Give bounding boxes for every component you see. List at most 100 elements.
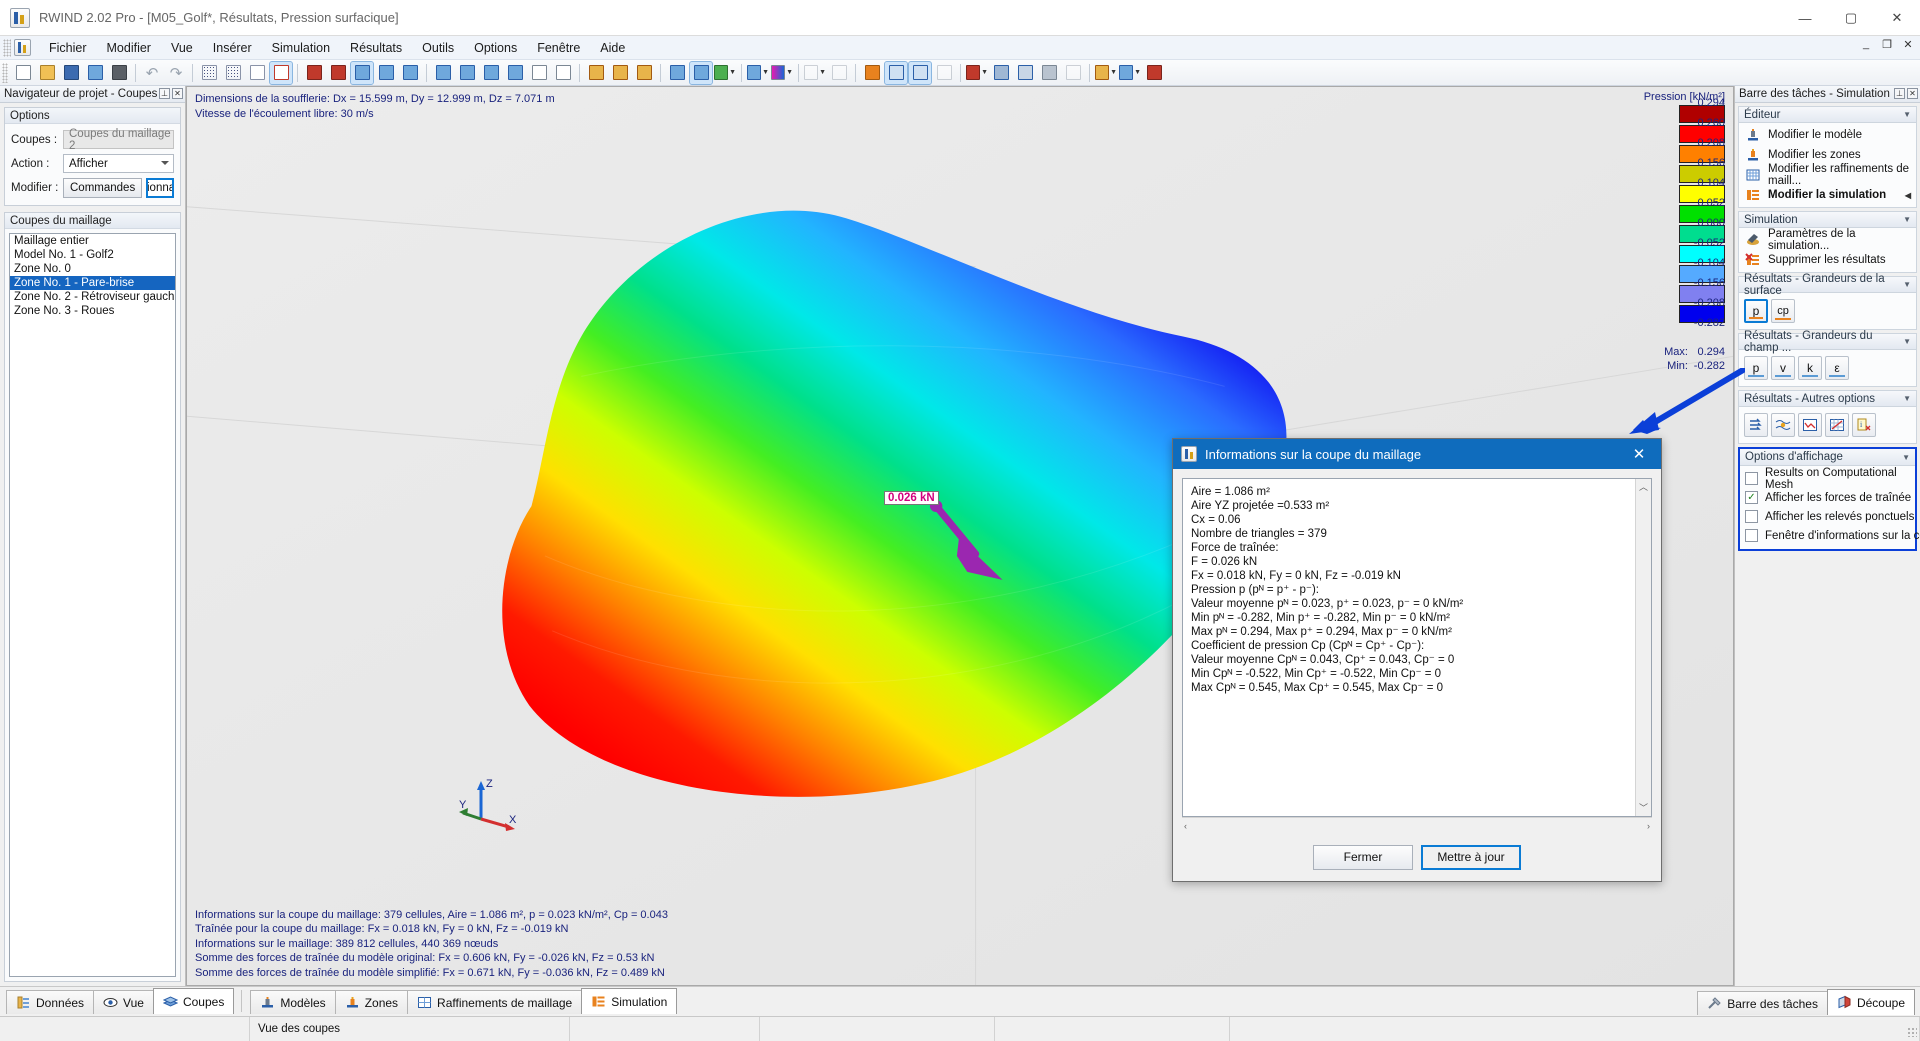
scissors-tool-icon[interactable]: ▼ (1119, 62, 1141, 84)
selection-box-icon[interactable] (269, 60, 293, 85)
open-file-icon[interactable] (36, 62, 58, 84)
gestionnaire-button[interactable]: Gestionnaire... (146, 178, 174, 198)
pick-object-icon[interactable] (303, 62, 325, 84)
list-item-selected[interactable]: Zone No. 1 - Pare-brise (10, 276, 175, 290)
field-result-k-button[interactable]: k (1798, 356, 1822, 380)
menu-modifier[interactable]: Modifier (97, 38, 161, 58)
dialog-text-area[interactable]: Aire = 1.086 m² Aire YZ projetée =0.533 … (1182, 478, 1652, 817)
redo-icon[interactable]: ↷ (165, 62, 187, 84)
toolbar-grip[interactable] (2, 62, 8, 83)
isosurface-toolbar-icon[interactable] (828, 62, 850, 84)
color-scale-icon[interactable]: ▼ (771, 62, 793, 84)
display-options-header[interactable]: Options d'affichage ▼ (1740, 449, 1915, 466)
navigator-pin-icon[interactable]: ⊥ (159, 88, 170, 99)
export-view-icon[interactable] (480, 62, 502, 84)
menu-outils[interactable]: Outils (412, 38, 464, 58)
new-file-icon[interactable] (12, 62, 34, 84)
scroll-left-icon[interactable]: ‹ (1184, 821, 1187, 831)
mdi-minimize-button[interactable]: _ (1858, 38, 1874, 51)
tab-zones[interactable]: Zones (334, 990, 409, 1014)
commandes-button[interactable]: Commandes (63, 178, 143, 198)
convergence-chart-icon[interactable] (1798, 413, 1822, 437)
box-icon[interactable] (1038, 62, 1060, 84)
scroll-down-icon[interactable]: ﹀ (1639, 800, 1648, 816)
taskbar-close-icon[interactable]: ✕ (1907, 88, 1918, 99)
rotate-right-icon[interactable] (609, 62, 631, 84)
slab-icon[interactable] (1014, 62, 1036, 84)
streamline-toolbar-icon[interactable]: ▼ (804, 62, 826, 84)
field-result-v-button[interactable]: v (1771, 356, 1795, 380)
checkbox-row-afficher-forces-trainee[interactable]: ✓ Afficher les forces de traînée (1740, 488, 1915, 507)
section-plane-a-icon[interactable] (884, 60, 908, 85)
wireframe-icon[interactable] (1062, 62, 1084, 84)
sidebar-item-modifier-modele[interactable]: Modifier le modèle (1739, 125, 1916, 145)
coupes-select[interactable]: Coupes du maillage 2 (63, 128, 174, 152)
other-results-header[interactable]: Résultats - Autres options ▼ (1738, 390, 1917, 407)
navigator-close-icon[interactable]: ✕ (172, 88, 183, 99)
zoom-fit-icon[interactable] (552, 62, 574, 84)
checkbox-unchecked-icon[interactable] (1745, 529, 1758, 542)
maximize-button[interactable]: ▢ (1828, 0, 1874, 36)
checkbox-row-fenetre-informations-coupe[interactable]: Fenêtre d'informations sur la coupe (1740, 526, 1920, 545)
field-results-header[interactable]: Résultats - Grandeurs du champ ... ▼ (1738, 330, 1917, 354)
layers-icon[interactable] (456, 62, 478, 84)
import-icon[interactable] (504, 62, 526, 84)
snap-icon[interactable] (246, 62, 268, 84)
tab-raffinements-de-maillage[interactable]: Raffinements de maillage (407, 990, 583, 1014)
sidebar-item-parametres-simulation[interactable]: Paramètres de la simulation... (1739, 228, 1916, 252)
checkbox-unchecked-icon[interactable] (1745, 510, 1758, 523)
menu-vue[interactable]: Vue (161, 38, 203, 58)
dialog-mettre-a-jour-button[interactable]: Mettre à jour (1421, 844, 1521, 870)
dialog-horizontal-scrollbar[interactable]: ‹ › (1182, 817, 1652, 833)
checkbox-checked-icon[interactable]: ✓ (1745, 491, 1758, 504)
action-select[interactable]: Afficher (63, 154, 174, 173)
save-icon[interactable] (60, 62, 82, 84)
streamlines-icon[interactable] (1744, 413, 1768, 437)
rotate-left-icon[interactable] (585, 62, 607, 84)
list-item[interactable]: Model No. 1 - Golf2 (10, 248, 175, 262)
menu-fichier[interactable]: Fichier (39, 38, 97, 58)
rotate-reset-icon[interactable] (633, 62, 655, 84)
simulation-section-header[interactable]: Simulation ▼ (1738, 211, 1917, 228)
graph-icon[interactable] (1825, 413, 1849, 437)
delete-cut-icon[interactable] (1143, 62, 1165, 84)
cut-solid-icon[interactable]: ▼ (966, 62, 988, 84)
list-item[interactable]: Zone No. 0 (10, 262, 175, 276)
list-item[interactable]: Zone No. 2 - Rétroviseur gauche (10, 290, 175, 304)
field-result-p-button[interactable]: p (1744, 356, 1768, 380)
render-mode-icon[interactable]: ▼ (714, 62, 736, 84)
section-info-icon[interactable]: i (1852, 413, 1876, 437)
menu-simulation[interactable]: Simulation (262, 38, 340, 58)
surface-results-header[interactable]: Résultats - Grandeurs de la surface ▼ (1738, 273, 1917, 297)
light-icon[interactable] (861, 62, 883, 84)
sidebar-item-modifier-raffinements[interactable]: Modifier les raffinements de maill... (1739, 163, 1916, 187)
resize-grip[interactable] (1907, 1027, 1917, 1037)
shaded-view-icon[interactable] (689, 60, 713, 85)
close-button[interactable]: ✕ (1874, 0, 1920, 36)
sidebar-item-modifier-simulation[interactable]: Modifier la simulation ◀ (1739, 185, 1916, 205)
tab-donnees[interactable]: Données (6, 990, 95, 1014)
minimize-button[interactable]: — (1782, 0, 1828, 36)
iso-view-icon[interactable] (666, 62, 688, 84)
menu-inserer[interactable]: Insérer (203, 38, 262, 58)
scroll-right-icon[interactable]: › (1647, 821, 1650, 831)
menu-resultats[interactable]: Résultats (340, 38, 412, 58)
mdi-restore-button[interactable]: ❐ (1879, 38, 1895, 51)
surface-result-p-button[interactable]: p (1744, 299, 1768, 323)
dialog-fermer-button[interactable]: Fermer (1313, 844, 1413, 870)
reset-view-icon[interactable] (432, 62, 454, 84)
view-mesh-icon[interactable] (222, 62, 244, 84)
copy-section-icon[interactable] (933, 62, 955, 84)
menu-aide[interactable]: Aide (590, 38, 635, 58)
list-item[interactable]: Zone No. 3 - Roues (10, 304, 175, 318)
checkbox-unchecked-icon[interactable] (1745, 472, 1758, 485)
tab-coupes[interactable]: Coupes (152, 988, 235, 1014)
list-item[interactable]: Maillage entier (10, 234, 175, 248)
undo-icon[interactable]: ↶ (141, 62, 163, 84)
report-icon[interactable] (84, 62, 106, 84)
zoom-window-icon[interactable] (528, 62, 550, 84)
dialog-vertical-scrollbar[interactable]: ︿ ﹀ (1635, 479, 1651, 816)
annotate-icon[interactable]: ▼ (1095, 62, 1117, 84)
deselect-icon[interactable] (327, 62, 349, 84)
tab-modeles[interactable]: Modèles (250, 990, 336, 1014)
